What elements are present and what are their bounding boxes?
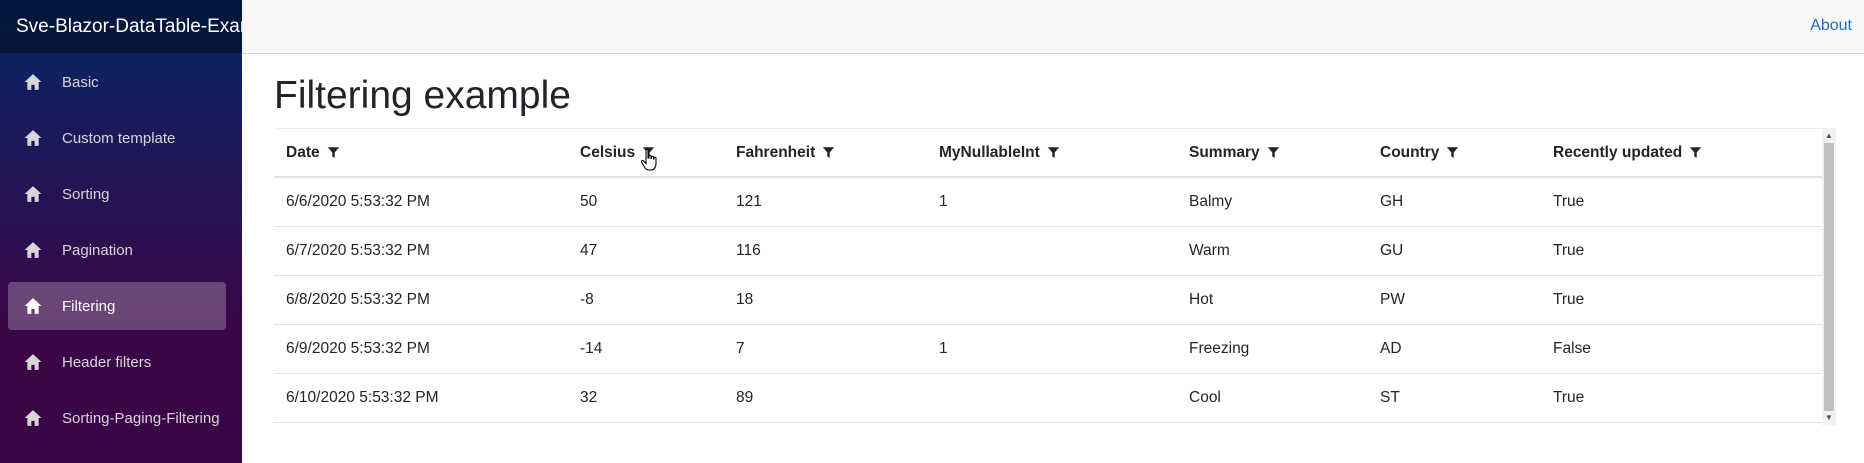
cell-celsius: -14	[568, 324, 724, 374]
cell-celsius: 32	[568, 373, 724, 423]
cell-fahrenheit: 89	[724, 373, 927, 423]
cell-mynullableint: 1	[927, 324, 1177, 374]
cell-date: 6/8/2020 5:53:32 PM	[274, 275, 568, 325]
cell-recently-updated: True	[1541, 177, 1834, 227]
cell-date: 6/9/2020 5:53:32 PM	[274, 324, 568, 374]
cell-mynullableint	[927, 275, 1177, 325]
table-row[interactable]: 6/10/2020 5:53:32 PM 32 89 Cool ST True	[274, 373, 1834, 423]
home-icon	[24, 185, 42, 203]
home-icon	[24, 129, 42, 147]
table-scrollbar[interactable]: ▲ ▼	[1822, 129, 1836, 425]
scroll-thumb[interactable]	[1824, 143, 1834, 411]
cell-mynullableint	[927, 226, 1177, 276]
cell-date: 6/6/2020 5:53:32 PM	[274, 177, 568, 227]
column-header-celsius[interactable]: Celsius	[568, 129, 724, 178]
cell-country: GH	[1368, 177, 1541, 227]
filter-icon[interactable]	[822, 146, 835, 159]
nav-item-label: Pagination	[62, 241, 133, 259]
nav-item-pagination[interactable]: Pagination	[8, 226, 226, 274]
column-header-recently-updated[interactable]: Recently updated	[1541, 129, 1834, 178]
nav-item-label: Sorting-Paging-Filtering	[62, 409, 220, 427]
column-header-label: Celsius	[580, 143, 636, 161]
cell-celsius: -8	[568, 275, 724, 325]
filter-icon[interactable]	[1446, 146, 1459, 159]
filter-icon[interactable]	[1047, 146, 1060, 159]
nav-item-filtering[interactable]: Filtering	[8, 282, 226, 330]
cell-celsius: 50	[568, 177, 724, 227]
nav-item-label: Sorting	[62, 185, 110, 203]
filter-icon[interactable]	[642, 146, 655, 159]
table-header-row: Date Celsius Fahrenheit MyNullableInt Su…	[274, 129, 1834, 178]
top-bar: About	[242, 0, 1864, 54]
column-header-country[interactable]: Country	[1368, 129, 1541, 178]
cell-mynullableint	[927, 373, 1177, 423]
cell-summary: Hot	[1177, 275, 1368, 325]
cell-recently-updated: True	[1541, 226, 1834, 276]
home-icon	[24, 353, 42, 371]
filter-icon[interactable]	[1689, 146, 1702, 159]
about-link[interactable]: About	[1810, 17, 1852, 35]
nav-item-custom-template[interactable]: Custom template	[8, 114, 226, 162]
main-content: Filtering example Date Celsius Fahrenhei…	[274, 53, 1840, 425]
cell-summary: Warm	[1177, 226, 1368, 276]
cell-mynullableint: 1	[927, 177, 1177, 227]
sidebar: Sve-Blazor-DataTable-Examples Basic Cust…	[0, 0, 242, 463]
column-header-label: Date	[286, 143, 320, 161]
home-icon	[24, 409, 42, 427]
home-icon	[24, 241, 42, 259]
scroll-down-arrow-icon[interactable]: ▼	[1824, 413, 1834, 423]
column-header-mynullableint[interactable]: MyNullableInt	[927, 129, 1177, 178]
cell-fahrenheit: 116	[724, 226, 927, 276]
cell-country: PW	[1368, 275, 1541, 325]
cell-summary: Balmy	[1177, 177, 1368, 227]
brand-bar: Sve-Blazor-DataTable-Examples	[0, 0, 242, 53]
home-icon	[24, 297, 42, 315]
home-icon	[24, 73, 42, 91]
table-row[interactable]: 6/9/2020 5:53:32 PM -14 7 1 Freezing AD …	[274, 324, 1834, 374]
nav-menu: Basic Custom template Sorting Pagination…	[0, 53, 242, 442]
cell-country: AD	[1368, 324, 1541, 374]
nav-item-label: Filtering	[62, 297, 116, 315]
filter-icon[interactable]	[1267, 146, 1280, 159]
cell-fahrenheit: 121	[724, 177, 927, 227]
filter-icon[interactable]	[327, 146, 340, 159]
column-header-label: Country	[1380, 143, 1440, 161]
cell-recently-updated: True	[1541, 275, 1834, 325]
column-header-date[interactable]: Date	[274, 129, 568, 178]
column-header-summary[interactable]: Summary	[1177, 129, 1368, 178]
cell-country: ST	[1368, 373, 1541, 423]
column-header-fahrenheit[interactable]: Fahrenheit	[724, 129, 927, 178]
cell-date: 6/10/2020 5:53:32 PM	[274, 373, 568, 423]
nav-item-basic[interactable]: Basic	[8, 58, 226, 106]
table-row[interactable]: 6/7/2020 5:53:32 PM 47 116 Warm GU True	[274, 226, 1834, 276]
nav-item-label: Custom template	[62, 129, 176, 147]
cell-celsius: 47	[568, 226, 724, 276]
scroll-up-arrow-icon[interactable]: ▲	[1824, 131, 1834, 141]
cell-summary: Freezing	[1177, 324, 1368, 374]
column-header-label: Recently updated	[1553, 143, 1683, 161]
cell-recently-updated: False	[1541, 324, 1834, 374]
page-title: Filtering example	[274, 74, 571, 117]
table-row[interactable]: 6/8/2020 5:53:32 PM -8 18 Hot PW True	[274, 275, 1834, 325]
nav-item-header-filters[interactable]: Header filters	[8, 338, 226, 386]
data-table-container: Date Celsius Fahrenheit MyNullableInt Su…	[274, 128, 1836, 425]
nav-item-sorting[interactable]: Sorting	[8, 170, 226, 218]
brand-title[interactable]: Sve-Blazor-DataTable-Examples	[16, 16, 242, 38]
data-table: Date Celsius Fahrenheit MyNullableInt Su…	[274, 129, 1834, 423]
nav-item-label: Basic	[62, 73, 99, 91]
nav-item-label: Header filters	[62, 353, 152, 371]
cell-summary: Cool	[1177, 373, 1368, 423]
cell-date: 6/7/2020 5:53:32 PM	[274, 226, 568, 276]
cell-country: GU	[1368, 226, 1541, 276]
cell-fahrenheit: 18	[724, 275, 927, 325]
nav-item-sorting-paging-filtering[interactable]: Sorting-Paging-Filtering	[8, 394, 226, 442]
cell-fahrenheit: 7	[724, 324, 927, 374]
column-header-label: MyNullableInt	[939, 143, 1040, 161]
table-row[interactable]: 6/6/2020 5:53:32 PM 50 121 1 Balmy GH Tr…	[274, 177, 1834, 227]
column-header-label: Fahrenheit	[736, 143, 816, 161]
cell-recently-updated: True	[1541, 373, 1834, 423]
column-header-label: Summary	[1189, 143, 1260, 161]
